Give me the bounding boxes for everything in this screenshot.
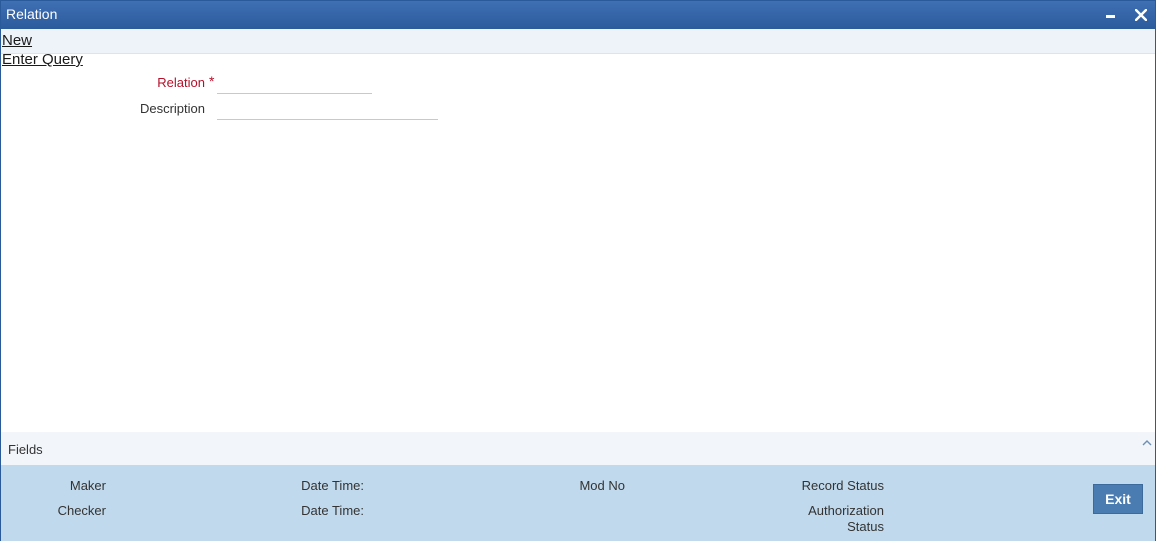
relation-input[interactable]	[217, 74, 372, 94]
relation-window: Relation New Enter Query Relation * Desc…	[0, 0, 1156, 541]
chevron-up-icon[interactable]	[1142, 435, 1152, 450]
description-label: Description	[139, 101, 205, 116]
fields-label: Fields	[8, 442, 43, 457]
authorization-status-label: Authorization	[808, 503, 884, 518]
action-toolbar	[1, 29, 1155, 54]
checker-date-time-label: Date Time:	[301, 503, 364, 518]
close-icon[interactable]	[1131, 5, 1151, 25]
exit-button[interactable]: Exit	[1093, 484, 1143, 514]
window-title: Relation	[6, 6, 58, 22]
mod-no-label: Mod No	[579, 478, 625, 493]
required-marker: *	[209, 73, 215, 89]
new-link[interactable]: New	[2, 32, 32, 49]
record-status-label: Record Status	[801, 478, 884, 493]
relation-label: Relation	[157, 75, 205, 90]
maker-label: Maker	[69, 478, 106, 493]
authorization-status-label-line2: Status	[847, 519, 884, 534]
maker-date-time-label: Date Time:	[301, 478, 364, 493]
title-bar: Relation	[1, 1, 1155, 29]
minimize-icon[interactable]	[1100, 5, 1120, 25]
audit-footer: Maker Checker Date Time: Date Time: Mod …	[1, 465, 1155, 541]
fields-panel-header[interactable]: Fields	[1, 432, 1155, 465]
enter-query-link[interactable]: Enter Query	[2, 51, 83, 68]
description-input[interactable]	[217, 100, 438, 120]
checker-label: Checker	[57, 503, 106, 518]
